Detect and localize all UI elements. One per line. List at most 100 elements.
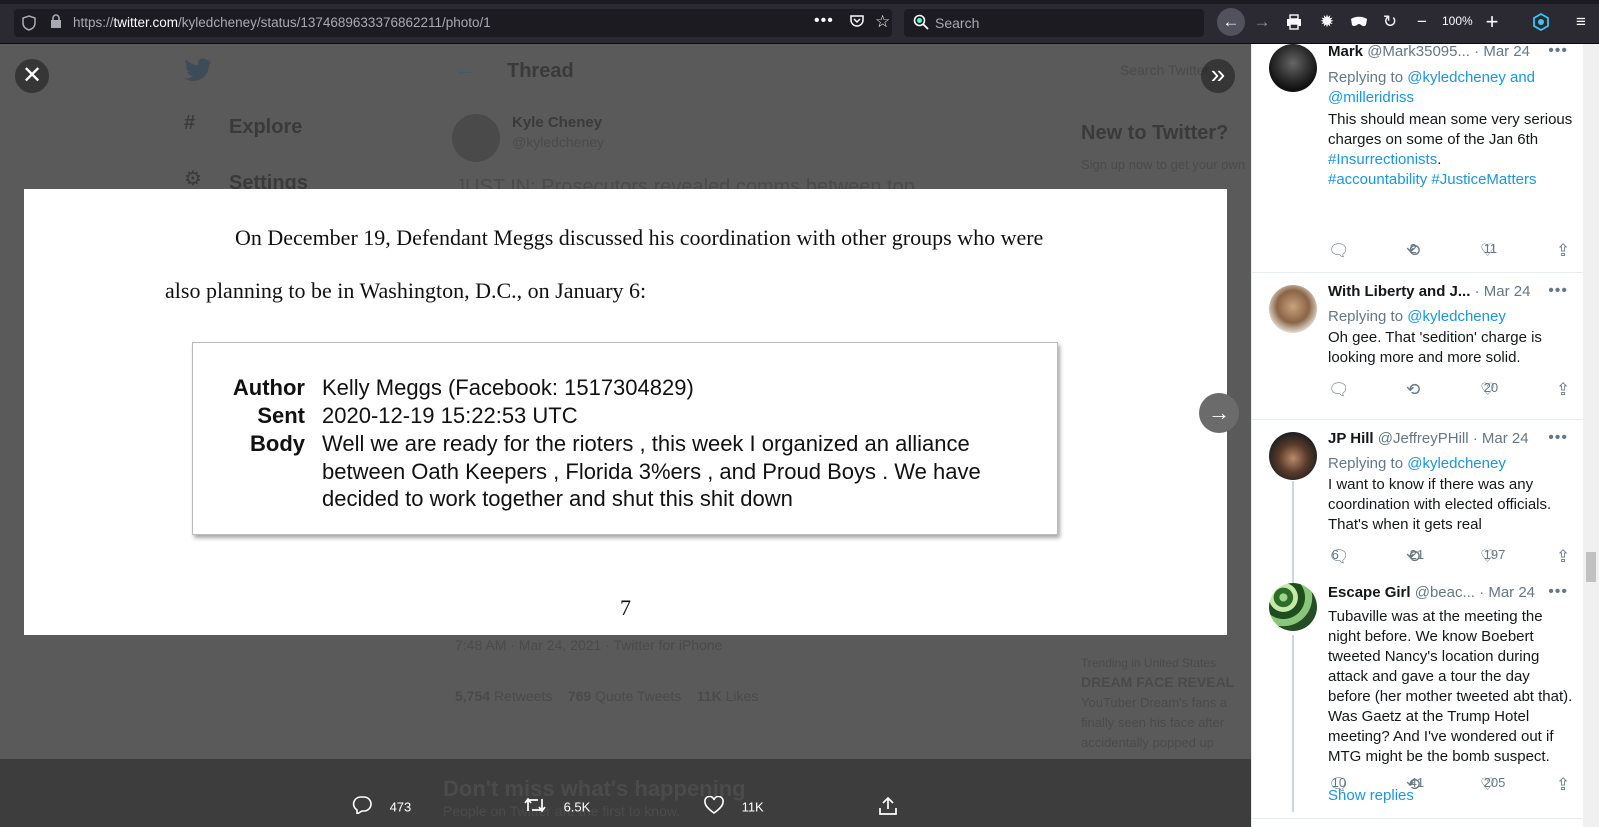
address-bar[interactable]: https://twitter.com/kyledcheney/status/1…	[14, 9, 892, 37]
zoom-in-icon[interactable]: +	[1478, 8, 1506, 36]
photo-action-bar: Don't miss what's happening People on Tw…	[0, 759, 1251, 827]
mention-link[interactable]: @kyledcheney and	[1407, 69, 1535, 86]
reply-header[interactable]: Mark @Mark35095... · Mar 24	[1328, 44, 1530, 60]
forward-icon[interactable]: →	[1248, 8, 1276, 36]
photo-reply-button[interactable]: 473	[352, 796, 411, 820]
mention-link[interactable]: @kyledcheney	[1407, 308, 1506, 325]
reply-actions: 🗨 6 ⟲ 21 ♡ 197 ⇪	[1328, 547, 1573, 567]
replying-to: Replying to @kyledcheney and @milleridris…	[1328, 69, 1536, 106]
like-button[interactable]: ♡ 11	[1480, 241, 1497, 260]
bg-stats: 5,754 Retweets 769 Quote Tweets 11K Like…	[455, 688, 759, 704]
avatar[interactable]	[1269, 583, 1317, 631]
close-button[interactable]: ✕	[15, 59, 49, 93]
like-button[interactable]: ♡ 20	[1480, 380, 1498, 399]
thread-title: Thread	[507, 60, 574, 82]
replying-to: Replying to @kyledcheney	[1328, 308, 1506, 325]
twitter-logo-icon	[184, 58, 212, 89]
sent-label: Sent	[257, 403, 305, 428]
lock-icon[interactable]	[50, 14, 62, 32]
zoom-out-icon[interactable]: −	[1408, 8, 1436, 36]
avatar[interactable]	[1269, 285, 1317, 333]
share-icon: ⇪	[1556, 380, 1571, 399]
retweet-button[interactable]: ⟲ 2	[1406, 241, 1420, 260]
gear-icon[interactable]: ✹	[1313, 8, 1341, 36]
explore-hash-icon: #	[184, 112, 196, 134]
bg-trending-label: Trending in United States	[1081, 656, 1216, 670]
share-icon: ⇪	[1556, 241, 1571, 260]
more-options-icon[interactable]: •••	[1548, 44, 1568, 60]
replies-panel[interactable]: Mark @Mark35095... · Mar 24 ••• Replying…	[1251, 44, 1583, 827]
double-chevron-right-icon: »	[1210, 59, 1226, 89]
extension-icon[interactable]	[1527, 8, 1555, 36]
search-placeholder: Search	[935, 15, 980, 31]
retweet-icon: ⟲	[1406, 380, 1421, 399]
tracking-shield-icon[interactable]	[22, 15, 36, 31]
like-button[interactable]: ♡ 205	[1480, 775, 1505, 794]
bg-author-avatar	[452, 114, 500, 162]
arrow-right-icon: →	[1208, 400, 1230, 425]
scrollbar[interactable]	[1583, 44, 1599, 827]
hashtag-link[interactable]: #JusticeMatters	[1431, 171, 1536, 188]
reply-header[interactable]: With Liberty and J... · Mar 24	[1328, 283, 1530, 300]
print-icon[interactable]	[1280, 8, 1308, 36]
url-text[interactable]: https://twitter.com/kyledcheney/status/1…	[73, 15, 491, 30]
like-button[interactable]: ♡ 197	[1480, 547, 1505, 566]
author-value: Kelly Meggs (Facebook: 1517304829)	[322, 375, 694, 400]
pocket-icon[interactable]	[850, 14, 864, 31]
bookmark-star-icon[interactable]: ☆	[875, 12, 890, 32]
reply-item[interactable]: Mark @Mark35095... · Mar 24 ••• Replying…	[1252, 44, 1583, 273]
reload-icon[interactable]: ↻	[1376, 8, 1404, 36]
reply-icon: 🗨	[1328, 380, 1350, 399]
body-line-1: Well we are ready for the rioters , this…	[322, 431, 970, 456]
reply-header[interactable]: Escape Girl @beac... · Mar 24	[1328, 584, 1535, 601]
hashtag-link[interactable]: #Insurrectionists	[1328, 151, 1437, 168]
retweet-button[interactable]: ⟲ 21	[1406, 547, 1424, 566]
page-actions-icon[interactable]: •••	[814, 12, 834, 30]
bg-trending-desc-1: YouTuber Dream's fans a	[1081, 695, 1228, 710]
hashtag-link[interactable]: #accountability	[1328, 171, 1427, 188]
search-bar[interactable]: Search	[904, 9, 1204, 37]
photo-like-button[interactable]: 11K	[704, 795, 764, 820]
avatar[interactable]	[1269, 432, 1317, 480]
reply-header[interactable]: JP Hill @JeffreyPHill · Mar 24	[1328, 430, 1529, 447]
bg-trending-desc-3: accidentally popped up	[1081, 735, 1214, 750]
menu-icon[interactable]: ≡	[1567, 8, 1595, 36]
divider	[1252, 818, 1583, 819]
back-icon[interactable]: ←	[1217, 8, 1245, 36]
photo-paragraph-line-1: On December 19, Defendant Meggs discusse…	[235, 225, 1044, 250]
share-icon: ⇪	[1556, 547, 1571, 566]
reply-item[interactable]: Escape Girl @beac... · Mar 24 ••• Tubavi…	[1252, 583, 1583, 823]
bg-search-placeholder: Search Twitter	[1120, 62, 1210, 78]
zoom-level[interactable]: 100%	[1442, 14, 1473, 28]
avatar[interactable]	[1269, 44, 1317, 92]
nav-explore: Explore	[229, 116, 303, 138]
reply-text: I want to know if there was any coordina…	[1328, 476, 1552, 533]
more-options-icon[interactable]: •••	[1548, 282, 1568, 300]
photo-share-button[interactable]	[878, 796, 910, 822]
photo-like-count: 11K	[741, 799, 764, 815]
more-options-icon[interactable]: •••	[1548, 583, 1568, 601]
mention-link[interactable]: @kyledcheney	[1407, 455, 1506, 472]
reply-actions: 🗨 ⟲ 2 ♡ 11 ⇪	[1328, 241, 1573, 261]
reply-button[interactable]: 🗨 6	[1328, 547, 1350, 566]
share-icon	[878, 796, 898, 821]
photo-retweet-button[interactable]: 6.5K	[524, 796, 590, 820]
back-arrow-icon: ←	[455, 59, 475, 81]
mask-icon[interactable]	[1345, 8, 1373, 36]
reply-icon: 🗨	[1328, 241, 1350, 260]
photo-retweet-count: 6.5K	[563, 799, 591, 815]
next-photo-button[interactable]: →	[1199, 393, 1239, 433]
page-number: 7	[620, 595, 631, 620]
reply-item[interactable]: JP Hill @JeffreyPHill · Mar 24 ••• Reply…	[1252, 420, 1583, 583]
scrollbar-thumb[interactable]	[1586, 552, 1596, 582]
reply-item[interactable]: With Liberty and J... · Mar 24 ••• Reply…	[1252, 273, 1583, 420]
more-options-icon[interactable]: •••	[1548, 429, 1568, 447]
bg-new-to-twitter: New to Twitter?	[1081, 122, 1229, 144]
body-label: Body	[250, 431, 305, 456]
replying-to: Replying to @kyledcheney	[1328, 455, 1506, 472]
bg-trending-title: DREAM FACE REVEAL	[1081, 674, 1235, 690]
tweet-photo: On December 19, Defendant Meggs discusse…	[24, 189, 1227, 635]
collapse-replies-button[interactable]: »	[1201, 59, 1235, 93]
mention-link[interactable]: @milleridriss	[1328, 89, 1414, 106]
show-replies-link[interactable]: Show replies	[1328, 787, 1414, 804]
